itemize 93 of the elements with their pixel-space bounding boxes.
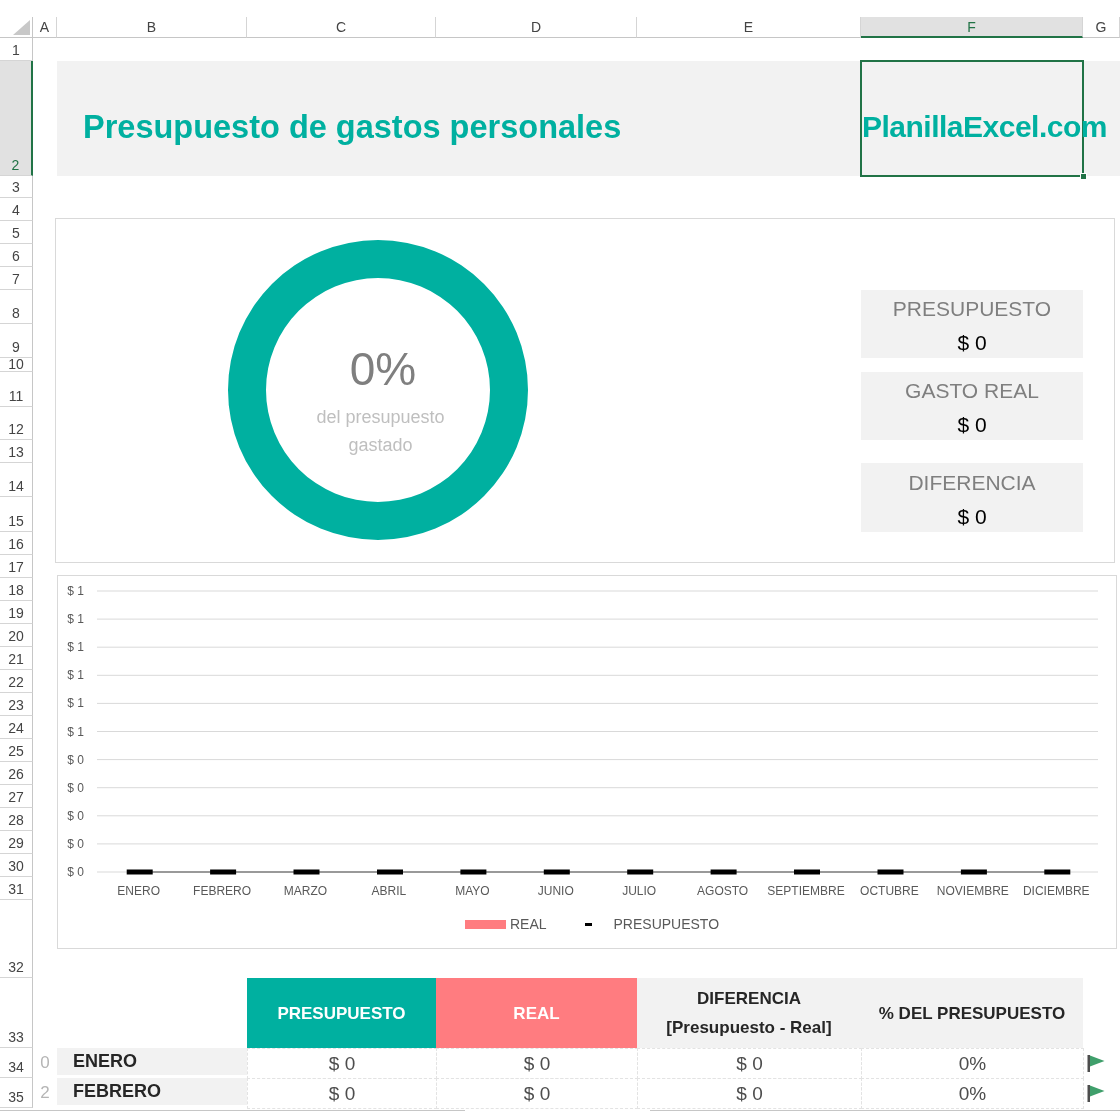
y-axis-label: $ 0 [67, 836, 84, 851]
row-header[interactable]: 24 [0, 716, 33, 739]
month-cell: FEBRERO [57, 1078, 247, 1108]
month-cell: ENERO [57, 1048, 247, 1078]
row-header[interactable]: 23 [0, 693, 33, 716]
table-cell: $ 0 [637, 1078, 862, 1109]
row-header[interactable]: 1 [0, 38, 33, 61]
x-axis-label: AGOSTO [697, 884, 749, 898]
column-header[interactable]: E [637, 17, 861, 38]
sheet-title: Presupuesto de gastos personales [83, 108, 622, 146]
percent-value: 0% [349, 342, 417, 397]
x-axis-label: FEBRERO [193, 884, 252, 898]
row-header[interactable]: 32 [0, 900, 33, 978]
kpi-label: PRESUPUESTO [892, 296, 1052, 322]
kpi-value: $ 0 [957, 504, 987, 530]
row-header[interactable]: 17 [0, 555, 33, 578]
kpi-value: $ 0 [957, 412, 987, 438]
row-header[interactable]: 12 [0, 407, 33, 440]
row-header[interactable]: 9 [0, 324, 33, 358]
y-axis-label: $ 0 [67, 808, 84, 823]
row-header[interactable]: 3 [0, 176, 33, 198]
table-cell: 0% [861, 1078, 1084, 1109]
column-header[interactable]: D [436, 17, 637, 38]
table-cell: $ 0 [436, 1048, 638, 1079]
cell-text: 2 [39, 1082, 51, 1104]
y-axis-label: $ 1 [67, 640, 84, 655]
row-header[interactable]: 35 [0, 1078, 33, 1108]
row-header[interactable]: 11 [0, 372, 33, 407]
gauge-caption: del presupuesto gastado [315, 406, 446, 457]
x-axis-label: OCTUBRE [860, 884, 919, 898]
table-header-cell: % DEL PRESUPUESTO [861, 978, 1083, 1048]
row-header[interactable]: 18 [0, 578, 33, 601]
x-axis-label: NOVIEMBRE [936, 884, 1009, 898]
x-axis-label: JUNIO [537, 884, 574, 898]
y-axis-label: $ 0 [67, 780, 84, 795]
kpi-label: GASTO REAL [905, 378, 1039, 404]
row-header[interactable]: 21 [0, 647, 33, 670]
y-axis-label: $ 1 [67, 612, 84, 627]
row-header[interactable]: 26 [0, 762, 33, 785]
table-cell: $ 0 [436, 1078, 638, 1109]
table-cell: $ 0 [247, 1048, 437, 1079]
row-header[interactable]: 28 [0, 808, 33, 831]
y-axis-label: $ 0 [67, 865, 84, 879]
fill-handle[interactable] [1080, 173, 1087, 180]
row-header[interactable]: 33 [0, 978, 33, 1048]
x-axis-label: JULIO [622, 884, 657, 898]
row-header[interactable]: 4 [0, 198, 33, 221]
row-header[interactable]: 22 [0, 670, 33, 693]
cell-text: 0 [39, 1052, 51, 1074]
table-header-cell: REAL [436, 978, 637, 1048]
row-header[interactable]: 5 [0, 221, 33, 244]
table-cell: $ 0 [637, 1048, 862, 1079]
row-header[interactable]: 7 [0, 267, 33, 290]
row-header[interactable]: 14 [0, 463, 33, 497]
table-header-cell: PRESUPUESTO [247, 978, 436, 1048]
column-header[interactable]: G [1083, 17, 1120, 38]
x-axis-label: ENERO [117, 884, 161, 898]
x-axis-label: SEPTIEMBRE [767, 884, 845, 898]
row-header[interactable]: 2 [0, 61, 33, 176]
row-header[interactable]: 34 [0, 1048, 33, 1078]
row-header[interactable]: 31 [0, 877, 33, 900]
y-axis-label: $ 0 [67, 752, 84, 767]
row-header[interactable]: 25 [0, 739, 33, 762]
column-header[interactable]: A [33, 17, 57, 38]
row-header[interactable]: 30 [0, 854, 33, 877]
row-header[interactable]: 6 [0, 244, 33, 267]
table-cell: $ 0 [247, 1078, 437, 1109]
column-header[interactable]: F [861, 17, 1083, 38]
row-header[interactable]: 16 [0, 532, 33, 555]
row-header[interactable]: 8 [0, 290, 33, 324]
legend-label: PRESUPUESTO [613, 916, 720, 932]
row-header[interactable]: 13 [0, 440, 33, 463]
y-axis-label: $ 1 [67, 584, 84, 598]
row-header[interactable]: 19 [0, 601, 33, 624]
column-header[interactable]: C [247, 17, 436, 38]
x-axis-label: MAYO [455, 884, 490, 898]
legend-label: REAL [509, 916, 547, 932]
kpi-value: $ 0 [957, 330, 987, 356]
table-header-cell: DIFERENCIA [Presupuesto - Real] [637, 978, 861, 1048]
kpi-label: DIFERENCIA [908, 469, 1036, 495]
y-axis-label: $ 1 [67, 668, 84, 683]
x-axis-label: DICIEMBRE [1022, 884, 1090, 898]
row-header[interactable]: 20 [0, 624, 33, 647]
row-header[interactable]: 15 [0, 497, 33, 532]
table-cell: 0% [861, 1048, 1084, 1079]
row-header[interactable]: 29 [0, 831, 33, 854]
row-header[interactable]: 27 [0, 785, 33, 808]
column-header[interactable]: B [57, 17, 247, 38]
y-axis-label: $ 1 [67, 696, 84, 711]
x-axis-label: ABRIL [371, 884, 407, 898]
row-header[interactable]: 10 [0, 358, 33, 372]
y-axis-label: $ 1 [67, 724, 84, 739]
x-axis-label: MARZO [283, 884, 328, 898]
